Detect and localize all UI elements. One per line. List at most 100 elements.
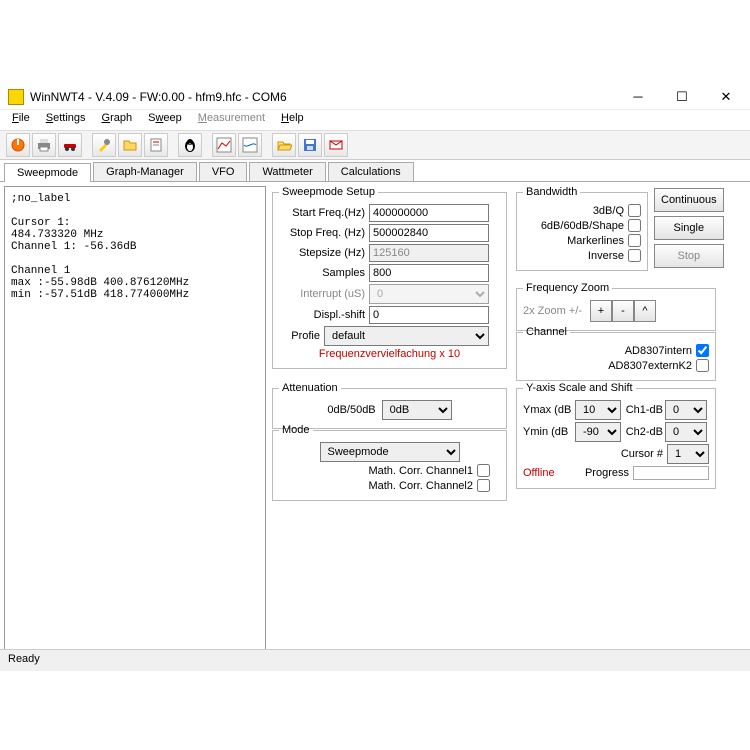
ymin-select[interactable]: -90 (575, 422, 621, 442)
document-icon[interactable] (144, 133, 168, 157)
profile-label: Profie (279, 330, 324, 342)
ymin-label: Ymin (dB (523, 426, 575, 438)
ch-extern-label: AD8307externK2 (608, 360, 692, 372)
progress-label: Progress (573, 467, 629, 479)
sweepmode-setup-group: Sweepmode Setup Start Freq.(Hz) Stop Fre… (272, 186, 507, 369)
tab-calculations[interactable]: Calculations (328, 162, 414, 181)
window-title: WinNWT4 - V.4.09 - FW:0.00 - hfm9.hfc - … (30, 90, 616, 104)
minimize-button[interactable]: ─ (616, 85, 660, 109)
bw4-label: Inverse (588, 250, 624, 262)
chart2-icon[interactable] (238, 133, 262, 157)
car-icon[interactable] (58, 133, 82, 157)
bw3-label: Markerlines (567, 235, 624, 247)
open-icon[interactable] (272, 133, 296, 157)
mc1-label: Math. Corr. Channel1 (368, 465, 473, 477)
atten-legend: Attenuation (279, 382, 341, 394)
zoom-caret-button[interactable]: ^ (634, 300, 656, 322)
channel-legend: Channel (523, 326, 570, 338)
zoom-plus-button[interactable]: + (590, 300, 612, 322)
stopfreq-label: Stop Freq. (Hz) (279, 227, 369, 239)
mode-legend: Mode (279, 424, 313, 436)
menu-measurement: Measurement (190, 110, 273, 130)
stepsize-label: Stepsize (Hz) (279, 247, 369, 259)
bw4-checkbox[interactable] (628, 249, 641, 262)
offline-text: Offline (523, 467, 573, 479)
folder-icon[interactable] (118, 133, 142, 157)
info-panel: ;no_label Cursor 1: 484.733320 MHz Chann… (4, 186, 266, 664)
mail-icon[interactable] (324, 133, 348, 157)
bandwidth-group: Bandwidth 3dB/Q 6dB/60dB/Shape Markerlin… (516, 186, 648, 271)
bw1-checkbox[interactable] (628, 204, 641, 217)
profile-select[interactable]: default (324, 326, 489, 346)
penguin-icon[interactable] (178, 133, 202, 157)
continuous-button[interactable]: Continuous (654, 188, 724, 212)
chart1-icon[interactable] (212, 133, 236, 157)
stepsize-input (369, 244, 489, 262)
mc1-checkbox[interactable] (477, 464, 490, 477)
cursor-select[interactable]: 1 (667, 444, 709, 464)
samples-input[interactable] (369, 264, 489, 282)
displ-label: Displ.-shift (279, 309, 369, 321)
menu-help[interactable]: Help (273, 110, 312, 130)
ymax-select[interactable]: 10 (575, 400, 621, 420)
yaxis-legend: Y-axis Scale and Shift (523, 382, 636, 394)
ymax-label: Ymax (dB (523, 404, 575, 416)
ch1db-select[interactable]: 0 (665, 400, 707, 420)
atten-label: 0dB/50dB (327, 404, 375, 416)
ch-intern-label: AD8307intern (625, 345, 692, 357)
startfreq-label: Start Freq.(Hz) (279, 207, 369, 219)
freqzoom-group: Frequency Zoom 2x Zoom +/- + - ^ (516, 282, 716, 331)
app-icon (8, 89, 24, 105)
yaxis-group: Y-axis Scale and Shift Ymax (dB 10 Ch1-d… (516, 382, 716, 489)
menu-file[interactable]: File (4, 110, 38, 130)
tab-vfo[interactable]: VFO (199, 162, 248, 181)
stopfreq-input[interactable] (369, 224, 489, 242)
menubar: File Settings Graph Sweep Measurement He… (0, 110, 750, 130)
setup-legend: Sweepmode Setup (279, 186, 378, 198)
progress-bar (633, 466, 709, 480)
samples-label: Samples (279, 267, 369, 279)
single-button[interactable]: Single (654, 216, 724, 240)
bw1-label: 3dB/Q (593, 205, 624, 217)
zoom-legend: Frequency Zoom (523, 282, 612, 294)
maximize-button[interactable]: ☐ (660, 85, 704, 109)
mc2-checkbox[interactable] (477, 479, 490, 492)
menu-settings[interactable]: Settings (38, 110, 94, 130)
titlebar: WinNWT4 - V.4.09 - FW:0.00 - hfm9.hfc - … (0, 84, 750, 110)
interrupt-label: Interrupt (uS) (279, 288, 369, 300)
zoom-label: 2x Zoom +/- (523, 305, 582, 317)
freqmult-text: Frequenzvervielfachung x 10 (319, 348, 460, 360)
close-button[interactable]: ✕ (704, 85, 748, 109)
channel-group: Channel AD8307intern AD8307externK2 (516, 326, 716, 381)
ch-extern-checkbox[interactable] (696, 359, 709, 372)
power-icon[interactable] (6, 133, 30, 157)
tab-wattmeter[interactable]: Wattmeter (249, 162, 325, 181)
ch2db-select[interactable]: 0 (665, 422, 707, 442)
menu-sweep[interactable]: Sweep (140, 110, 190, 130)
mode-group: Mode Sweepmode Math. Corr. Channel1 Math… (272, 424, 507, 501)
tools-icon[interactable] (92, 133, 116, 157)
bw2-checkbox[interactable] (628, 219, 641, 232)
menu-graph[interactable]: Graph (94, 110, 141, 130)
tab-sweepmode[interactable]: Sweepmode (4, 163, 91, 182)
atten-select[interactable]: 0dB (382, 400, 452, 420)
bw-legend: Bandwidth (523, 186, 580, 198)
ch-intern-checkbox[interactable] (696, 344, 709, 357)
displ-input[interactable] (369, 306, 489, 324)
stop-button: Stop (654, 244, 724, 268)
print-icon[interactable] (32, 133, 56, 157)
mode-select[interactable]: Sweepmode (320, 442, 460, 462)
tabbar: Sweepmode Graph-Manager VFO Wattmeter Ca… (0, 160, 750, 182)
statusbar: Ready (0, 649, 750, 671)
mc2-label: Math. Corr. Channel2 (368, 480, 473, 492)
startfreq-input[interactable] (369, 204, 489, 222)
tab-graphmanager[interactable]: Graph-Manager (93, 162, 197, 181)
toolbar (0, 130, 750, 160)
save-icon[interactable] (298, 133, 322, 157)
cursor-label: Cursor # (621, 448, 667, 460)
interrupt-select: 0 (369, 284, 489, 304)
bw3-checkbox[interactable] (628, 234, 641, 247)
bw2-label: 6dB/60dB/Shape (541, 220, 624, 232)
ch1db-label: Ch1-dB (621, 404, 665, 416)
zoom-minus-button[interactable]: - (612, 300, 634, 322)
